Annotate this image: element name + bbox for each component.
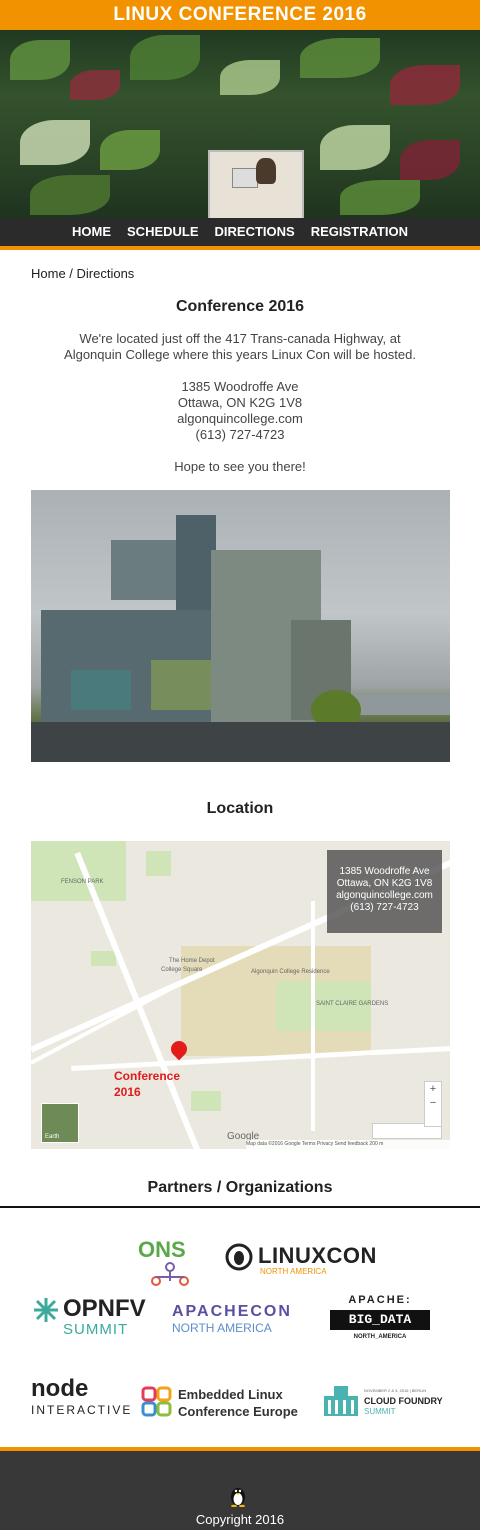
intro-text: We're located just off the 417 Trans-can… xyxy=(0,331,480,475)
zoom-control[interactable]: + − xyxy=(424,1081,442,1127)
breadcrumb[interactable]: Home / Directions xyxy=(0,250,480,281)
hero-desk xyxy=(208,150,304,218)
road xyxy=(31,722,450,762)
location-map[interactable]: The Home Depot College Square Algonquin … xyxy=(31,841,450,1149)
person-figure xyxy=(256,158,276,184)
map-pin-label: Conference 2016 xyxy=(114,1069,181,1099)
map-attribution[interactable]: Map data ©2016 Google Terms Privacy Send… xyxy=(246,1140,450,1149)
logo-node-interactive[interactable]: node INTERACTIVE xyxy=(31,1375,131,1419)
nav-directions[interactable]: DIRECTIONS xyxy=(207,218,303,246)
ons-network-icon xyxy=(151,1262,189,1286)
partners-heading: Partners / Organizations xyxy=(147,1179,333,1196)
intro-line-2: Algonquin College where this years Linux… xyxy=(64,347,416,362)
map-info-website: algonquincollege.com xyxy=(336,890,433,901)
site-footer: Copyright 2016 xyxy=(0,1447,480,1530)
earth-view-button[interactable]: Earth xyxy=(41,1103,79,1143)
opnfv-star-icon xyxy=(34,1298,58,1322)
logo-opnfv[interactable]: OPNFV SUMMIT xyxy=(33,1295,153,1341)
logo-linuxcon[interactable]: LINUXCON NORTH AMERICA xyxy=(225,1241,395,1281)
intro-line-1: We're located just off the 417 Trans-can… xyxy=(79,331,401,346)
logo-ons[interactable]: ONS xyxy=(138,1237,198,1289)
linuxcon-penguin-icon xyxy=(225,1243,253,1271)
website-line: algonquincollege.com xyxy=(177,411,303,426)
logo-cloud-foundry[interactable]: NOVEMBER 2 & 3, 2016 | BERLIN CLOUD FOUN… xyxy=(322,1384,452,1422)
copyright-text: Copyright 2016 xyxy=(195,1512,285,1527)
logo-elce[interactable]: Embedded Linux Conference Europe xyxy=(140,1385,315,1423)
address-line: 1385 Woodroffe Ave xyxy=(181,379,299,394)
laptop-icon xyxy=(232,168,258,188)
partners-divider xyxy=(0,1206,480,1208)
zoom-in-icon[interactable]: + xyxy=(425,1082,441,1096)
elce-knot-icon xyxy=(141,1386,172,1417)
cloud-foundry-building-icon xyxy=(324,1386,358,1416)
logo-apache-bigdata[interactable]: APACHE: BIG_DATA NORTH_AMERICA xyxy=(330,1294,430,1350)
nav-registration[interactable]: REGISTRATION xyxy=(303,218,416,246)
building-photo xyxy=(31,490,450,762)
hero-image xyxy=(0,30,480,218)
closing-line: Hope to see you there! xyxy=(174,459,306,474)
page: LINUX CONFERENCE 2016 HOME SCHEDULE DIRE… xyxy=(0,0,480,475)
map-info-address: 1385 Woodroffe Ave xyxy=(339,866,430,877)
phone-line: (613) 727-4723 xyxy=(195,427,285,442)
conference-heading: Conference 2016 xyxy=(175,298,305,315)
tux-penguin-icon xyxy=(231,1488,245,1507)
main-nav: HOME SCHEDULE DIRECTIONS REGISTRATION xyxy=(0,218,480,250)
nav-schedule[interactable]: SCHEDULE xyxy=(119,218,207,246)
map-info-city: Ottawa, ON K2G 1V8 xyxy=(336,878,433,889)
header-bar: LINUX CONFERENCE 2016 xyxy=(0,0,480,30)
location-heading: Location xyxy=(206,800,274,817)
city-line: Ottawa, ON K2G 1V8 xyxy=(177,395,303,410)
map-info-phone: (613) 727-4723 xyxy=(350,902,419,913)
site-title: LINUX CONFERENCE 2016 xyxy=(113,4,367,25)
nav-home[interactable]: HOME xyxy=(64,218,119,246)
logo-apachecon[interactable]: APACHECON NORTH AMERICA xyxy=(172,1303,290,1335)
zoom-out-icon[interactable]: − xyxy=(425,1096,441,1110)
map-info-box: 1385 Woodroffe Ave Ottawa, ON K2G 1V8 al… xyxy=(327,850,442,933)
